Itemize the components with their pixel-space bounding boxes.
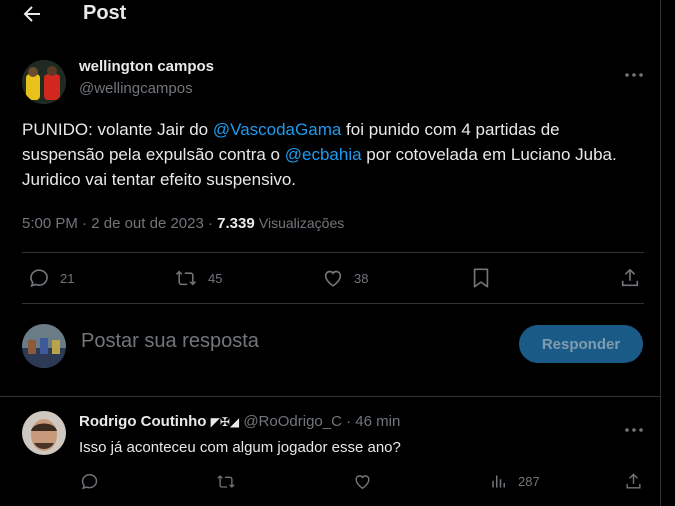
separator: · [82,215,88,232]
tweet-text: PUNIDO: volante Jair do @VascodaGama foi… [22,117,642,192]
like-count: 38 [354,270,369,286]
separator: · [346,413,352,430]
bookmark-action[interactable] [471,267,491,289]
retweet-icon [217,475,235,488]
reply-icon [30,269,48,288]
heart-icon [355,475,370,490]
column-border [660,0,661,506]
page-header: Post [0,0,660,30]
reply-author-name[interactable]: Rodrigo Coutinho [79,413,206,430]
reply-text: Isso já aconteceu com algum jogador esse… [79,439,401,456]
author-handle[interactable]: @wellingcampos [79,80,193,97]
reply-button[interactable]: Responder [519,325,643,363]
reply-input[interactable]: Postar sua resposta [81,330,259,353]
views-icon [492,475,505,488]
more-options-icon[interactable] [624,420,644,432]
tweet-date[interactable]: 2 de out de 2023 [91,215,204,232]
tweet-time[interactable]: 5:00 PM [22,215,78,232]
more-options-icon[interactable] [624,65,644,77]
reply-author-avatar[interactable] [22,411,66,455]
retweet-action[interactable]: 45 [174,267,222,289]
reply-like-action[interactable] [353,472,372,491]
separator: · [208,215,213,232]
reply-time[interactable]: 46 min [355,413,400,430]
mention-link[interactable]: @VascodaGama [213,120,341,139]
reply-icon [81,474,98,490]
tweet-meta: 5:00 PM · 2 de out de 2023 · 7.339 Visua… [22,215,344,232]
share-icon [626,473,641,489]
tweet-text-part: PUNIDO: volante Jair do [22,120,213,139]
retweet-count: 45 [208,270,223,286]
reply-badges: ◤✠◢ [210,415,240,429]
author-name[interactable]: wellington campos [79,58,214,75]
reply-retweet-action[interactable] [216,472,236,491]
reply-action[interactable]: 21 [28,267,74,289]
author-avatar[interactable] [22,60,66,104]
mention-link[interactable]: @ecbahia [285,145,362,164]
retweet-icon [175,270,197,286]
reply-reply-action[interactable] [80,472,99,491]
like-action[interactable]: 38 [322,267,368,289]
reply-author-handle[interactable]: @RoOdrigo_C [243,413,342,430]
reply-count: 21 [60,270,75,286]
divider [0,396,660,397]
reply-view-count: 287 [518,474,540,489]
divider [22,252,644,253]
view-count: 7.339 [217,215,255,232]
reply-author-line: Rodrigo Coutinho ◤✠◢ @RoOdrigo_C · 46 mi… [79,413,400,430]
views-label: Visualizações [258,215,345,231]
page-title: Post [83,2,127,24]
back-arrow-icon[interactable] [20,2,44,26]
share-icon [621,268,639,287]
bookmark-icon [473,268,489,288]
share-action[interactable] [619,267,641,289]
reply-views-action[interactable]: 287 [490,472,540,491]
heart-icon [324,270,342,287]
divider [22,303,644,304]
user-avatar[interactable] [22,324,66,368]
reply-share-action[interactable] [624,472,643,491]
